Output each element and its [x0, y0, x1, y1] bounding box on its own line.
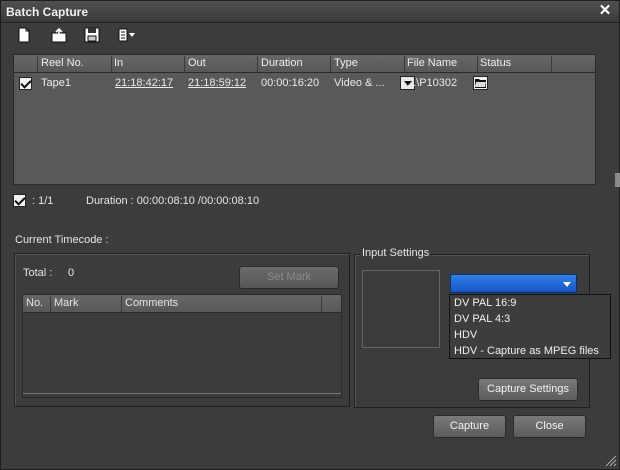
- option-hdv[interactable]: HDV: [454, 329, 477, 341]
- col-status[interactable]: Status: [480, 57, 511, 69]
- save-list-icon[interactable]: [84, 27, 102, 45]
- option-dv-pal-43[interactable]: DV PAL 4:3: [454, 313, 510, 325]
- window-edge: [615, 173, 620, 187]
- input-settings-select[interactable]: [450, 274, 577, 293]
- col-type[interactable]: Type: [334, 57, 358, 69]
- total-value: 0: [68, 267, 75, 279]
- capture-list-header: Reel No. In Out Duration Type File Name …: [14, 55, 595, 73]
- option-dv-pal-169[interactable]: DV PAL 16:9: [454, 297, 516, 309]
- close-button[interactable]: Close: [513, 415, 586, 438]
- col-comments[interactable]: Comments: [125, 297, 178, 309]
- total-duration: Duration : 00:00:08:10 /00:00:08:10: [86, 195, 260, 207]
- title-bar[interactable]: Batch Capture ✕: [1, 1, 619, 23]
- batch-capture-dialog: Batch Capture ✕ Reel No. In Out Duration…: [0, 0, 620, 470]
- capture-button[interactable]: Capture: [433, 415, 506, 438]
- cell-duration: 00:00:16:20: [261, 77, 320, 89]
- folder-icon[interactable]: [473, 76, 488, 90]
- marks-scrollbar[interactable]: [23, 393, 341, 397]
- col-reel[interactable]: Reel No.: [41, 57, 84, 69]
- col-duration[interactable]: Duration: [261, 57, 303, 69]
- marks-list[interactable]: No. Mark Comments: [22, 294, 342, 398]
- cell-out[interactable]: 21:18:59:12: [188, 77, 246, 89]
- option-hdv-mpeg[interactable]: HDV - Capture as MPEG files: [454, 345, 599, 357]
- capture-list[interactable]: Reel No. In Out Duration Type File Name …: [13, 54, 596, 185]
- export-list-icon[interactable]: [118, 27, 136, 45]
- col-out[interactable]: Out: [188, 57, 206, 69]
- table-row[interactable]: Tape1 21:18:42:17 21:18:59:12 00:00:16:2…: [14, 74, 595, 93]
- close-icon[interactable]: ✕: [597, 3, 613, 19]
- capture-settings-button[interactable]: Capture Settings: [478, 378, 578, 401]
- preview-box: [362, 270, 440, 348]
- col-mark[interactable]: Mark: [54, 297, 78, 309]
- cell-type: Video & ...: [334, 77, 385, 89]
- total-label: Total :: [23, 267, 53, 279]
- input-settings-options[interactable]: DV PAL 16:9 DV PAL 4:3 HDV HDV - Capture…: [449, 294, 611, 359]
- input-settings-label: Input Settings: [360, 247, 432, 259]
- selected-count: : 1/1: [32, 195, 54, 207]
- col-file-name[interactable]: File Name: [407, 57, 457, 69]
- new-list-icon[interactable]: [17, 27, 35, 45]
- cell-file-name: ...\P10302: [407, 77, 458, 89]
- dialog-title: Batch Capture: [6, 5, 89, 19]
- col-no[interactable]: No.: [26, 297, 43, 309]
- row-checkbox[interactable]: [19, 77, 32, 90]
- cell-in[interactable]: 21:18:42:17: [115, 77, 173, 89]
- resize-grip-icon[interactable]: [603, 453, 617, 467]
- marks-list-header: No. Mark Comments: [23, 295, 341, 313]
- select-all-checkbox[interactable]: [13, 194, 26, 207]
- set-mark-button[interactable]: Set Mark: [239, 266, 339, 289]
- col-in[interactable]: In: [114, 57, 123, 69]
- current-timecode-label: Current Timecode :: [15, 234, 109, 246]
- cell-reel: Tape1: [41, 77, 71, 89]
- import-list-icon[interactable]: [51, 27, 69, 45]
